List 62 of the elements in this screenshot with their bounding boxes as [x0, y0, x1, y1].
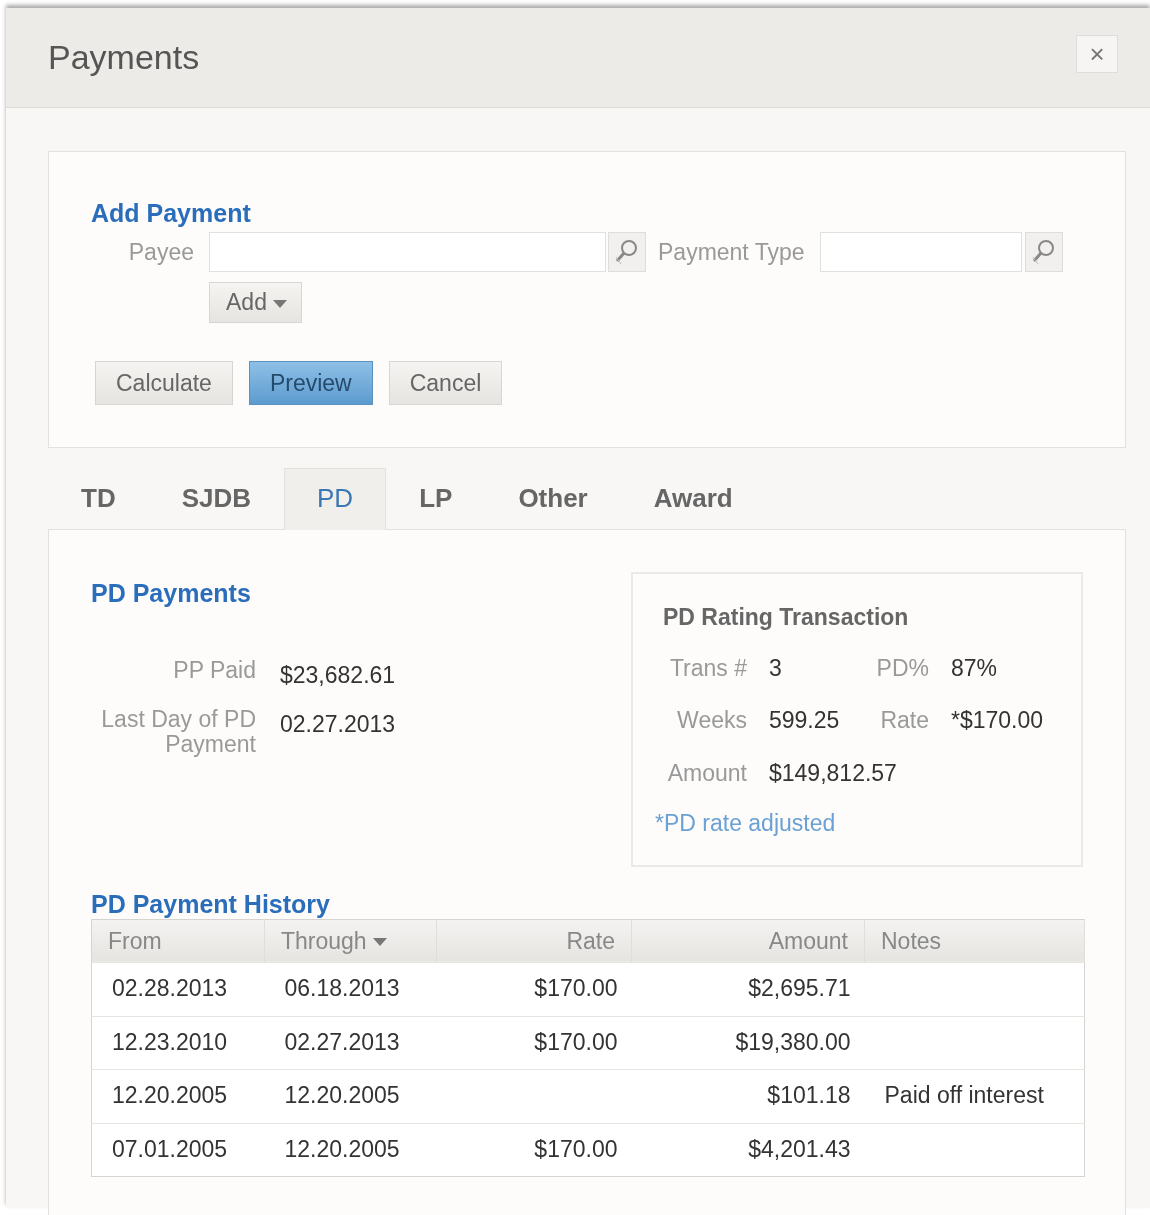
- field-value: $23,682.61: [280, 661, 396, 690]
- tab[interactable]: LP: [386, 468, 486, 530]
- table-cell: $170.00: [436, 1016, 632, 1070]
- field-value: 3: [769, 653, 782, 683]
- footnote: *PD rate adjusted: [655, 809, 837, 838]
- search-button[interactable]: [1024, 232, 1063, 272]
- table-cell: 07.01.2005: [91, 1123, 265, 1177]
- table-cell: 12.23.2010: [91, 1016, 265, 1070]
- field-value: *$170.00: [951, 706, 1044, 735]
- section-heading: PD Payment History: [91, 888, 331, 919]
- field-value: 02.27.2013: [280, 709, 396, 739]
- table-cell: 12.20.2005: [91, 1069, 265, 1123]
- action-button[interactable]: Preview: [248, 360, 373, 405]
- section-heading: PD Payments: [91, 578, 252, 608]
- field-label: Last Day of PD Payment: [100, 706, 256, 758]
- field-label: Weeks: [676, 706, 747, 735]
- table-cell: 02.28.2013: [91, 962, 265, 1016]
- field-label: Payee: [127, 237, 194, 267]
- field-label: Amount: [666, 758, 747, 788]
- column-header[interactable]: Amount: [631, 919, 865, 963]
- section-heading: Add Payment: [91, 198, 252, 228]
- table-cell: $170.00: [436, 1123, 632, 1177]
- search-icon: [1030, 238, 1057, 266]
- column-header[interactable]: Notes: [864, 919, 1085, 963]
- column-header[interactable]: Rate: [436, 919, 632, 963]
- column-header[interactable]: Through: [264, 919, 437, 963]
- close-button[interactable]: ×: [1076, 34, 1118, 73]
- panel-title: PD Rating Transaction: [663, 603, 910, 632]
- tab[interactable]: Other: [485, 468, 621, 530]
- column-header[interactable]: From: [91, 919, 265, 963]
- table-cell: Paid off interest: [864, 1069, 1085, 1123]
- payment-type-field[interactable]: [819, 232, 1022, 272]
- table-cell: $4,201.43: [631, 1123, 865, 1177]
- field-label: PP Paid: [172, 658, 256, 685]
- field-value: 87%: [951, 653, 998, 683]
- dialog-title: Payments: [48, 37, 200, 78]
- tab[interactable]: TD: [48, 468, 149, 530]
- field-value: $149,812.57: [769, 758, 897, 788]
- payee-field[interactable]: [209, 232, 606, 272]
- action-button[interactable]: Cancel: [388, 360, 503, 405]
- tab[interactable]: PD: [284, 468, 387, 530]
- search-icon: [614, 238, 640, 266]
- caret-icon: [272, 299, 287, 308]
- table-cell: $2,695.71: [631, 962, 865, 1016]
- field-label: PD%: [875, 653, 929, 683]
- action-button[interactable]: Calculate: [95, 360, 233, 405]
- table-cell: 12.20.2005: [264, 1069, 437, 1123]
- field-label: Rate: [879, 706, 929, 735]
- table-cell: $101.18: [631, 1069, 865, 1123]
- field-label: Payment Type: [658, 237, 805, 267]
- caret-icon: [372, 938, 387, 947]
- field-label: Trans #: [668, 653, 747, 683]
- table-cell: $170.00: [436, 962, 632, 1016]
- table-cell: $19,380.00: [631, 1016, 865, 1070]
- table-cell: 02.27.2013: [264, 1016, 437, 1070]
- table-cell: 06.18.2013: [264, 962, 437, 1016]
- field-value: 599.25: [769, 706, 840, 735]
- add-button[interactable]: Add: [209, 282, 302, 323]
- tab[interactable]: Award: [620, 468, 766, 530]
- tab[interactable]: SJDB: [148, 468, 285, 530]
- search-button[interactable]: [608, 232, 646, 272]
- table-cell: 12.20.2005: [264, 1123, 437, 1177]
